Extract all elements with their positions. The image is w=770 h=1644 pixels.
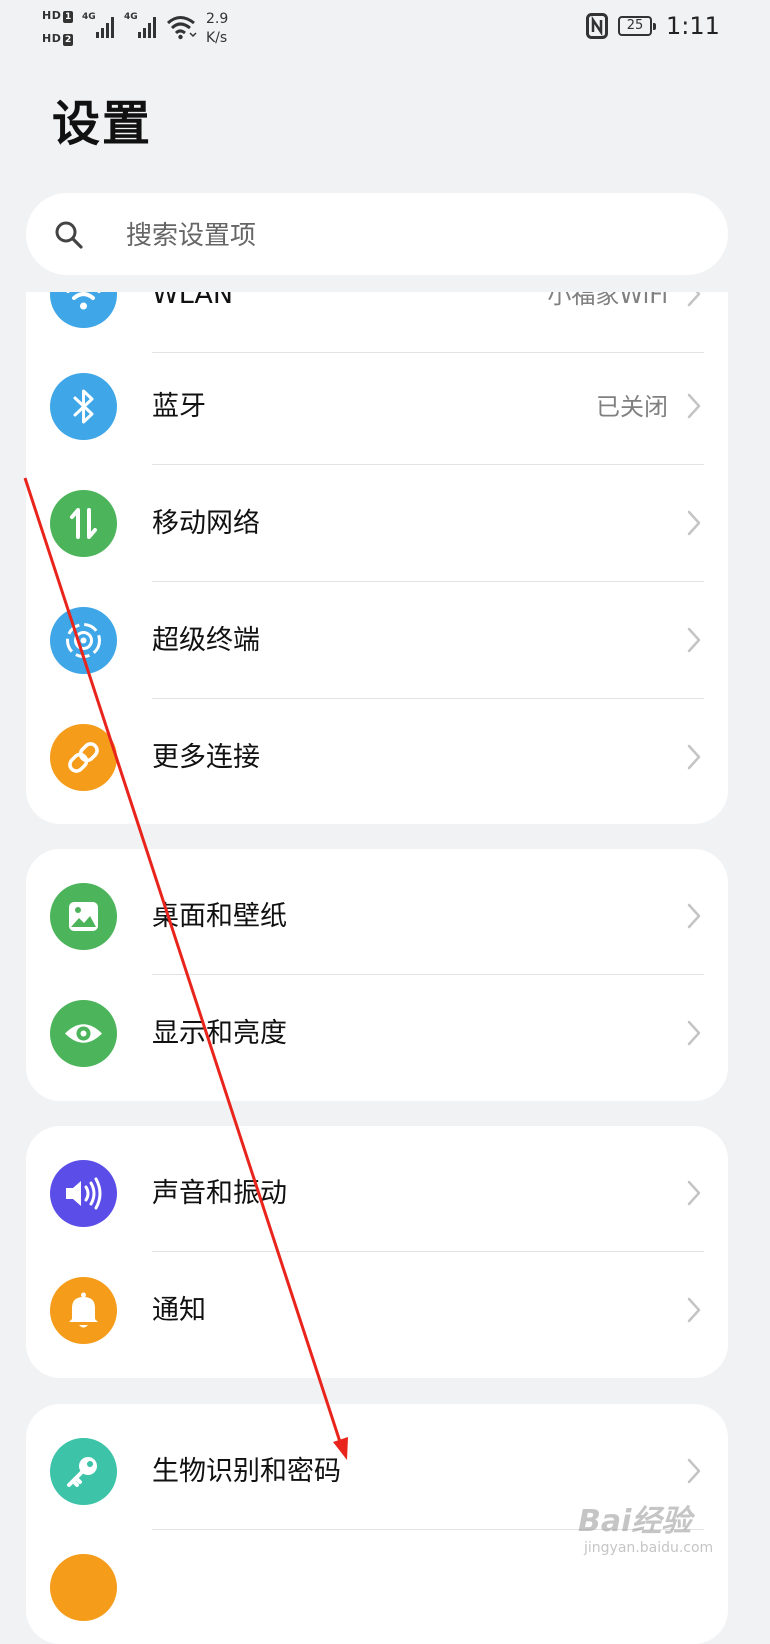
chevron-right-icon	[686, 1457, 702, 1489]
settings-item-super-device[interactable]: 超级终端	[26, 582, 728, 699]
settings-group-sound: 声音和振动 通知	[26, 1126, 728, 1378]
settings-item-label: 显示和亮度	[152, 1018, 287, 1049]
chevron-right-icon	[686, 743, 702, 775]
network-speed-value: 2.9	[206, 11, 229, 27]
settings-item-display-brightness[interactable]: 显示和亮度	[26, 975, 728, 1092]
bluetooth-icon	[50, 373, 117, 440]
chevron-right-icon	[686, 1296, 702, 1328]
watermark-logo: Bai经验 jingyan.baidu.com	[578, 1490, 738, 1560]
search-input[interactable]: 搜索设置项	[26, 193, 728, 275]
settings-item-value: 小福家WiFi	[547, 292, 668, 309]
wallpaper-icon	[50, 883, 117, 950]
settings-item-notifications[interactable]: 通知	[26, 1252, 728, 1369]
settings-item-value: 已关闭	[596, 393, 668, 421]
eye-icon	[50, 1000, 117, 1067]
mobile-data-icon	[50, 490, 117, 557]
settings-group-display: 桌面和壁纸 显示和亮度	[26, 849, 728, 1101]
super-device-icon	[50, 607, 117, 674]
settings-item-label: 生物识别和密码	[152, 1456, 341, 1487]
settings-item-wallpaper[interactable]: 桌面和壁纸	[26, 858, 728, 975]
wifi-icon	[50, 292, 117, 328]
watermark-url: jingyan.baidu.com	[584, 1540, 714, 1556]
settings-item-label: 桌面和壁纸	[152, 901, 287, 932]
wifi-status-icon	[166, 14, 198, 44]
network-speed-unit: K/s	[206, 30, 228, 46]
settings-item-label: 蓝牙	[152, 391, 206, 422]
nfc-icon	[586, 13, 608, 43]
hd-badge-2: HD 2	[42, 32, 74, 46]
settings-item-label: 声音和振动	[152, 1178, 287, 1209]
settings-item-label: 通知	[152, 1295, 206, 1326]
network-speed: 2.9 K/s	[206, 10, 228, 48]
settings-item-mobile-network[interactable]: 移动网络	[26, 465, 728, 582]
speaker-icon	[50, 1160, 117, 1227]
watermark-text: Bai经验	[578, 1504, 692, 1539]
settings-item-label: WLAN	[152, 292, 234, 310]
status-bar: HD 1 HD 2 4G 4G 2.9 K/s 25 1:11	[0, 0, 770, 58]
chevron-right-icon	[686, 292, 702, 312]
chevron-right-icon	[686, 1179, 702, 1211]
search-icon	[54, 220, 84, 254]
page-title: 设置	[52, 96, 153, 152]
chevron-right-icon	[686, 392, 702, 424]
hd-label: HD	[42, 32, 62, 45]
hd-number: 2	[63, 34, 74, 46]
settings-item-bluetooth[interactable]: 蓝牙 已关闭	[26, 348, 728, 465]
battery-icon: 25	[618, 16, 656, 36]
settings-item-label: 移动网络	[152, 508, 260, 539]
settings-item-wlan[interactable]: WLAN 小福家WiFi	[26, 292, 728, 353]
key-icon	[50, 1438, 117, 1505]
hd-number: 1	[63, 11, 74, 23]
settings-item-label: 更多连接	[152, 742, 260, 773]
next-item-icon	[50, 1554, 117, 1621]
bell-icon	[50, 1277, 117, 1344]
hd-label: HD	[42, 9, 62, 22]
chevron-right-icon	[686, 509, 702, 541]
settings-item-sound-vibration[interactable]: 声音和振动	[26, 1135, 728, 1252]
settings-item-more-connections[interactable]: 更多连接	[26, 699, 728, 816]
clock: 1:11	[666, 12, 720, 40]
hd-badge-1: HD 1	[42, 9, 74, 23]
chevron-right-icon	[686, 902, 702, 934]
settings-group-connectivity: WLAN 小福家WiFi 蓝牙 已关闭 移动网络 超级终端 更多连接	[26, 292, 728, 824]
card-edge	[26, 292, 728, 293]
chevron-right-icon	[686, 1019, 702, 1051]
settings-item-label: 超级终端	[152, 625, 260, 656]
chevron-right-icon	[686, 626, 702, 658]
link-icon	[50, 724, 117, 791]
search-placeholder: 搜索设置项	[126, 221, 257, 251]
